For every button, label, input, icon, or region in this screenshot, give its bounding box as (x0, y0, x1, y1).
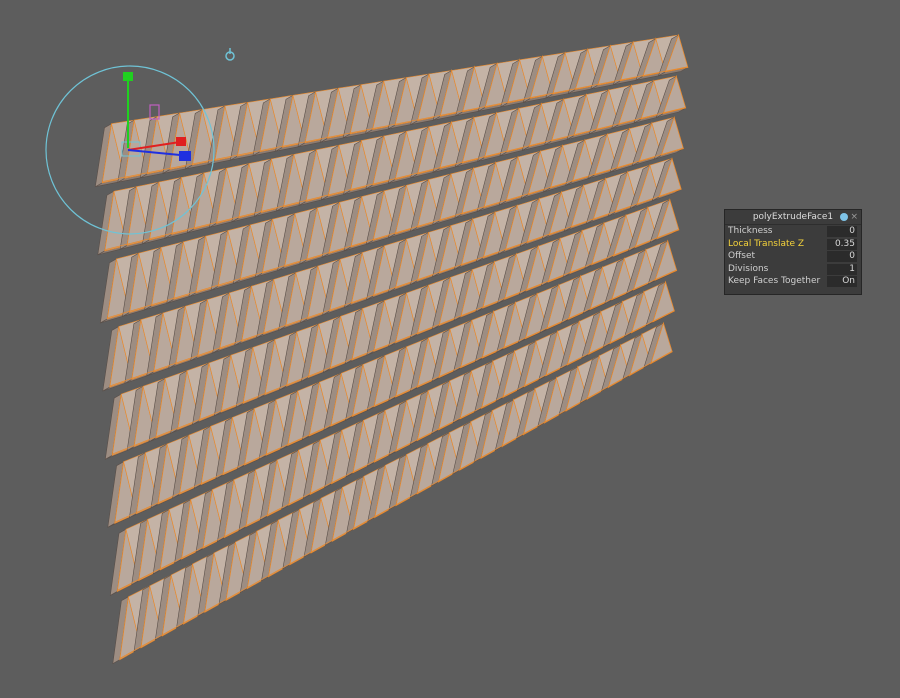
extruded-triangle-mesh[interactable] (0, 0, 900, 698)
node-name[interactable]: polyExtrudeFace1 (753, 212, 833, 222)
attr-value-field[interactable]: 0 (827, 226, 857, 237)
attr-value-field[interactable]: On (827, 276, 857, 288)
close-icon[interactable]: × (850, 210, 858, 224)
attr-label: Offset (728, 251, 756, 262)
attr-value-field[interactable]: 0 (827, 251, 857, 263)
attr-row-divisions[interactable]: Divisions 1 (725, 263, 861, 276)
attr-row-keep-faces-together[interactable]: Keep Faces Together On (725, 275, 861, 288)
attr-label: Keep Faces Together (728, 276, 821, 287)
attr-row-local-translate-z[interactable]: Local Translate Z 0.35 (725, 238, 861, 251)
attr-label: Thickness (728, 226, 773, 236)
attr-value-field[interactable]: 0.35 (827, 238, 857, 250)
x-axis-handle-tip (176, 137, 186, 146)
viewport-3d[interactable] (0, 0, 900, 698)
attr-value-field[interactable]: 1 (827, 263, 857, 275)
in-view-editor-title: polyExtrudeFace1 × (725, 210, 861, 225)
attr-label: Divisions (728, 263, 769, 274)
attr-row-offset[interactable]: Offset 0 (725, 250, 861, 263)
z-axis-handle-tip (179, 151, 191, 161)
y-axis-handle-tip (123, 72, 133, 81)
in-view-editor: polyExtrudeFace1 × Thickness 0 Local Tra… (724, 209, 862, 295)
attr-row-thickness[interactable]: Thickness 0 (725, 225, 861, 238)
attr-label: Local Translate Z (728, 238, 805, 249)
pin-icon[interactable] (840, 213, 848, 221)
